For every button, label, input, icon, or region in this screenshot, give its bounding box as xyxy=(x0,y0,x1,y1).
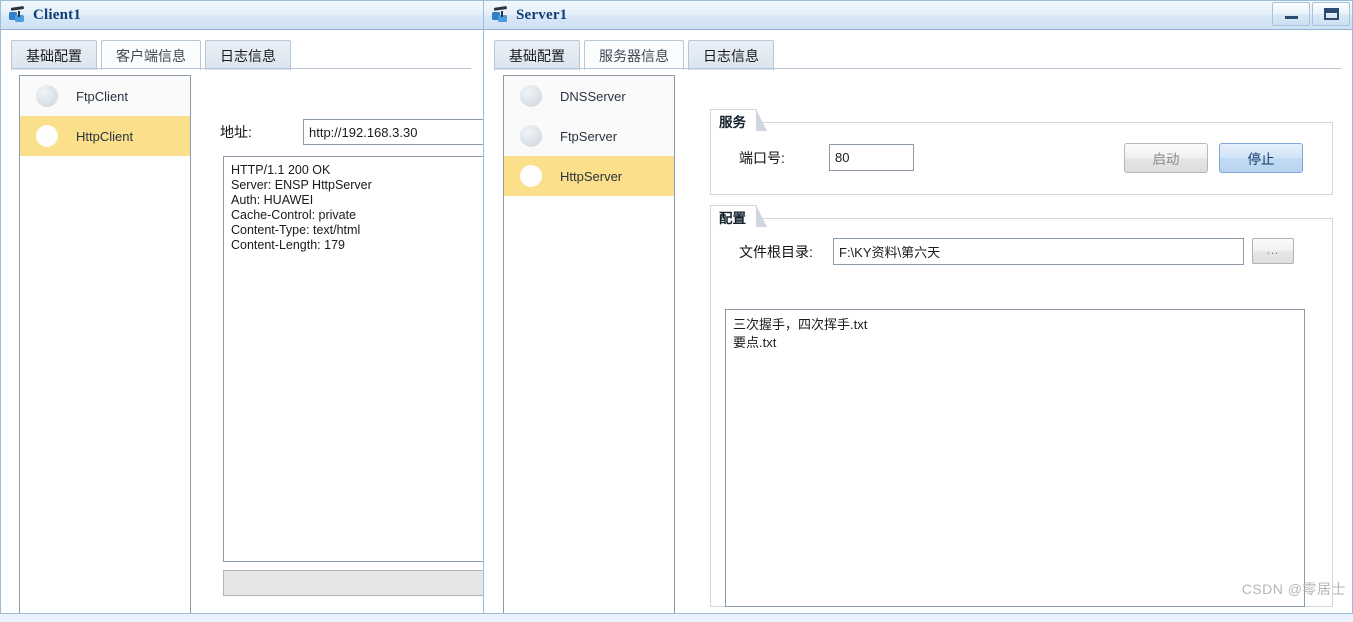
root-dir-label: 文件根目录: xyxy=(739,244,813,260)
status-bulb-icon xyxy=(36,125,58,147)
client1-title: Client1 xyxy=(33,6,82,23)
watermark-text: CSDN @零居士 xyxy=(1241,581,1346,597)
list-item-httpclient[interactable]: HttpClient xyxy=(20,116,190,156)
list-item-label: FtpServer xyxy=(560,128,618,144)
client1-titlebar[interactable]: Client1 xyxy=(0,0,484,30)
service-group: 服务 端口号: 80 启动 停止 xyxy=(710,109,1333,195)
list-item-label: FtpClient xyxy=(76,88,129,104)
stop-button-label: 停止 xyxy=(1247,152,1275,167)
client1-body: 基础配置 客户端信息 日志信息 FtpClient HttpClient 地址:… xyxy=(0,30,484,614)
list-item-label: HttpServer xyxy=(560,168,623,184)
list-item-label: HttpClient xyxy=(76,128,134,144)
list-item-httpserver[interactable]: HttpServer xyxy=(504,156,674,196)
tab-client-log-info[interactable]: 日志信息 xyxy=(205,40,291,70)
client-node-list[interactable]: FtpClient HttpClient xyxy=(19,75,191,613)
group-title-label: 配置 xyxy=(719,210,746,226)
desktop-bottom-strip xyxy=(0,614,1353,622)
server-node-list[interactable]: DNSServer FtpServer HttpServer xyxy=(503,75,675,613)
browse-button-label: ... xyxy=(1266,245,1280,257)
tab-server-log-info[interactable]: 日志信息 xyxy=(688,40,774,70)
minimize-icon xyxy=(1284,16,1298,19)
server1-tabstrip: 基础配置 服务器信息 日志信息 xyxy=(494,38,778,70)
client-status-bar xyxy=(223,570,483,596)
window-controls xyxy=(1272,2,1350,26)
group-title-label: 服务 xyxy=(719,114,746,130)
config-group-title: 配置 xyxy=(710,205,767,227)
status-bulb-icon xyxy=(36,85,58,107)
tab-label: 服务器信息 xyxy=(599,47,669,64)
port-label: 端口号: xyxy=(739,150,785,166)
start-button-label: 启动 xyxy=(1152,152,1180,167)
file-list-textarea[interactable]: 三次握手，四次挥手.txt 要点.txt xyxy=(725,309,1305,607)
list-item-label: DNSServer xyxy=(560,88,626,104)
server1-window: Server1 基础配置 服务器信息 日志信息 DNSServer FtpSer… xyxy=(483,0,1353,614)
port-input[interactable]: 80 xyxy=(829,144,914,171)
maximize-button[interactable] xyxy=(1312,2,1350,26)
minimize-button[interactable] xyxy=(1272,2,1310,26)
server1-body: 基础配置 服务器信息 日志信息 DNSServer FtpServer Http… xyxy=(483,30,1353,614)
stop-service-button[interactable]: 停止 xyxy=(1219,143,1303,173)
tab-server-info[interactable]: 服务器信息 xyxy=(584,40,684,70)
client1-tab-underline xyxy=(11,68,471,69)
service-group-title: 服务 xyxy=(710,109,767,131)
root-dir-input[interactable]: F:\KY资料\第六天 xyxy=(833,238,1244,265)
tab-server-basic-config[interactable]: 基础配置 xyxy=(494,40,580,70)
server1-titlebar[interactable]: Server1 xyxy=(483,0,1353,30)
address-input[interactable]: http://192.168.3.30 xyxy=(303,119,483,145)
list-item-ftpclient[interactable]: FtpClient xyxy=(20,76,190,116)
tab-label: 基础配置 xyxy=(26,47,82,64)
maximize-icon xyxy=(1323,8,1339,20)
pc-device-icon xyxy=(490,6,512,24)
list-item-dnsserver[interactable]: DNSServer xyxy=(504,76,674,116)
list-item-ftpserver[interactable]: FtpServer xyxy=(504,116,674,156)
tab-label: 日志信息 xyxy=(703,47,759,64)
status-bulb-icon xyxy=(520,165,542,187)
server1-tab-underline xyxy=(494,68,1342,69)
address-label: 地址: xyxy=(220,124,252,140)
config-group: 配置 文件根目录: F:\KY资料\第六天 ... 三次握手，四次挥手.txt … xyxy=(710,205,1333,607)
client1-tabstrip: 基础配置 客户端信息 日志信息 xyxy=(11,38,295,70)
tab-label: 客户端信息 xyxy=(116,47,186,64)
http-response-textarea[interactable]: HTTP/1.1 200 OK Server: ENSP HttpServer … xyxy=(223,156,483,562)
tab-label: 日志信息 xyxy=(220,47,276,64)
start-service-button[interactable]: 启动 xyxy=(1124,143,1208,173)
browse-button[interactable]: ... xyxy=(1252,238,1294,264)
pc-device-icon xyxy=(7,6,29,24)
client1-window: Client1 基础配置 客户端信息 日志信息 FtpClient HttpCl… xyxy=(0,0,484,614)
server1-title: Server1 xyxy=(516,6,568,23)
status-bulb-icon xyxy=(520,85,542,107)
status-bulb-icon xyxy=(520,125,542,147)
tab-client-basic-config[interactable]: 基础配置 xyxy=(11,40,97,70)
tab-label: 基础配置 xyxy=(509,47,565,64)
tab-client-info[interactable]: 客户端信息 xyxy=(101,40,201,70)
